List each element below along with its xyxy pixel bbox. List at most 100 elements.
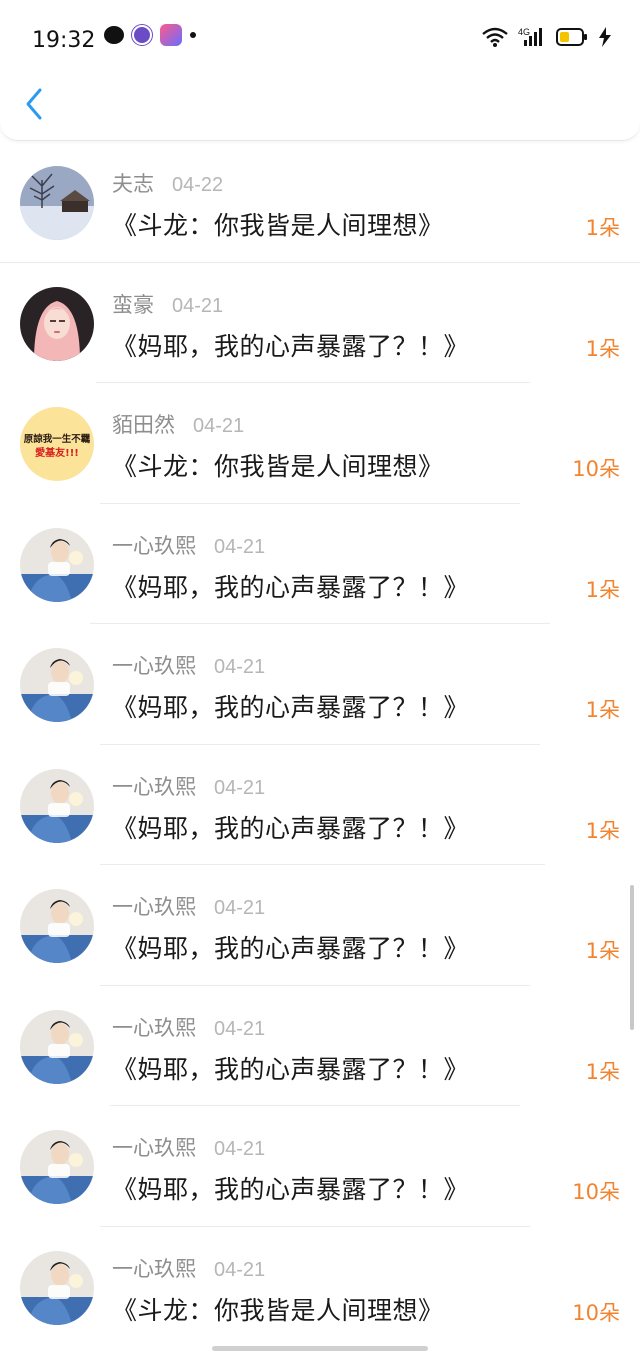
- book-title[interactable]: 《妈耶，我的心声暴露了？！》: [112, 568, 469, 604]
- home-indicator[interactable]: [212, 1346, 428, 1351]
- header: 19:32 4G: [0, 0, 640, 141]
- flower-count: 10朵: [572, 1300, 620, 1325]
- flower-count: 1朵: [585, 216, 620, 240]
- item-meta: 貊田然 04-21: [112, 409, 244, 439]
- avatar[interactable]: [20, 1009, 94, 1084]
- item-date: 04-22: [172, 174, 224, 196]
- flower-count: 1朵: [585, 818, 620, 843]
- item-meta: 一心玖熙 04-21: [112, 530, 265, 560]
- user-name[interactable]: 一心玖熙: [112, 650, 196, 680]
- list-item[interactable]: 夫志 04-22 《斗龙：你我皆是人间理想》 1朵: [0, 142, 640, 263]
- item-date: 04-21: [193, 415, 245, 437]
- avatar-image: [20, 1130, 94, 1204]
- item-meta: 一心玖熙 04-21: [112, 1132, 265, 1162]
- list-item[interactable]: 一心玖熙 04-21 《妈耶，我的心声暴露了？！》 1朵: [0, 624, 640, 745]
- flower-count: 1朵: [585, 336, 620, 361]
- avatar[interactable]: 原諒我一生不羈 愛基友!!!: [20, 407, 94, 481]
- book-title[interactable]: 《妈耶，我的心声暴露了？！》: [112, 929, 469, 965]
- item-date: 04-21: [214, 656, 266, 678]
- user-name[interactable]: 夫志: [112, 168, 154, 198]
- system-icons: 4G: [482, 26, 612, 48]
- item-meta: 一心玖熙 04-21: [112, 1253, 265, 1283]
- flower-count: 1朵: [585, 577, 620, 602]
- notification-icons: [104, 24, 196, 46]
- avatar[interactable]: [20, 527, 94, 602]
- avatar-image: [20, 889, 94, 963]
- flower-count: 1朵: [585, 1059, 620, 1084]
- item-date: 04-21: [172, 294, 224, 317]
- avatar-image: [20, 648, 94, 722]
- flower-count: 1朵: [585, 939, 620, 963]
- user-name[interactable]: 一心玖熙: [112, 530, 196, 560]
- avatar-image: [20, 1250, 94, 1325]
- chevron-left-icon: [26, 88, 42, 120]
- avatar[interactable]: [20, 286, 94, 361]
- item-date: 04-21: [214, 1138, 266, 1160]
- book-title[interactable]: 《妈耶，我的心声暴露了？！》: [112, 688, 469, 724]
- avatar[interactable]: [20, 1250, 94, 1325]
- item-date: 04-21: [214, 1017, 266, 1040]
- avatar[interactable]: [20, 648, 94, 722]
- item-meta: 一心玖熙 04-21: [112, 1012, 265, 1042]
- list-item[interactable]: 一心玖熙 04-21 《妈耶，我的心声暴露了？！》 1朵: [0, 504, 640, 624]
- charging-bolt-icon: [598, 27, 612, 47]
- list-item[interactable]: 原諒我一生不羈 愛基友!!! 貊田然 04-21 《斗龙：你我皆是人间理想》 10朵: [0, 383, 640, 504]
- user-name[interactable]: 一心玖熙: [112, 1132, 196, 1162]
- scrollbar[interactable]: [630, 885, 634, 1030]
- wechat-icon: [104, 26, 124, 44]
- flower-count: 10朵: [572, 457, 620, 481]
- avatar[interactable]: [20, 889, 94, 963]
- list-item[interactable]: 一心玖熙 04-21 《妈耶，我的心声暴露了？！》 1朵: [0, 865, 640, 986]
- avatar-image: [20, 527, 94, 602]
- book-title[interactable]: 《妈耶，我的心声暴露了？！》: [112, 809, 469, 845]
- book-title[interactable]: 《妈耶，我的心声暴露了？！》: [112, 1170, 469, 1206]
- list-item[interactable]: 蛮豪 04-21 《妈耶，我的心声暴露了？！》 1朵: [0, 263, 640, 383]
- avatar[interactable]: [20, 166, 94, 240]
- item-meta: 一心玖熙 04-21: [112, 771, 265, 801]
- user-name[interactable]: 蛮豪: [112, 289, 154, 319]
- avatar[interactable]: [20, 1130, 94, 1204]
- avatar-image: [20, 1009, 94, 1084]
- user-name[interactable]: 一心玖熙: [112, 1253, 196, 1283]
- wifi-icon: [482, 27, 508, 47]
- book-title[interactable]: 《妈耶，我的心声暴露了？！》: [112, 1050, 469, 1086]
- flower-count: 10朵: [572, 1180, 620, 1204]
- gradient-app-icon: [160, 24, 182, 46]
- back-button[interactable]: [20, 86, 50, 122]
- item-date: 04-21: [214, 897, 266, 919]
- item-meta: 夫志 04-22: [112, 168, 223, 198]
- item-meta: 一心玖熙 04-21: [112, 891, 265, 921]
- user-name[interactable]: 一心玖熙: [112, 891, 196, 921]
- item-meta: 一心玖熙 04-21: [112, 650, 265, 680]
- book-title[interactable]: 《斗龙：你我皆是人间理想》: [112, 1291, 444, 1327]
- screen: 19:32 4G 夫志 04-22 《斗龙：你我皆是人间理想》 1朵 蛮豪 04…: [0, 0, 640, 1351]
- svg-text:愛基友!!!: 愛基友!!!: [35, 446, 79, 459]
- item-date: 04-21: [214, 776, 266, 799]
- status-bar: 19:32 4G: [0, 0, 640, 80]
- item-meta: 蛮豪 04-21: [112, 289, 223, 319]
- avatar-image: [20, 768, 94, 843]
- user-name[interactable]: 貊田然: [112, 409, 175, 439]
- avatar-image: [20, 166, 94, 240]
- list-item[interactable]: 一心玖熙 04-21 《妈耶，我的心声暴露了？！》 10朵: [0, 1106, 640, 1227]
- list-item[interactable]: 一心玖熙 04-21 《斗龙：你我皆是人间理想》 10朵: [0, 1227, 640, 1348]
- list-item[interactable]: 一心玖熙 04-21 《妈耶，我的心声暴露了？！》 1朵: [0, 745, 640, 865]
- user-name[interactable]: 一心玖熙: [112, 1012, 196, 1042]
- network-label: 4G: [518, 27, 530, 37]
- status-time: 19:32: [32, 28, 96, 53]
- item-date: 04-21: [214, 535, 266, 558]
- book-title[interactable]: 《斗龙：你我皆是人间理想》: [112, 447, 444, 483]
- book-title[interactable]: 《斗龙：你我皆是人间理想》: [112, 206, 444, 242]
- signal-icon: 4G: [518, 26, 546, 48]
- gift-list: 夫志 04-22 《斗龙：你我皆是人间理想》 1朵 蛮豪 04-21 《妈耶，我的心声暴露了…: [0, 142, 640, 1347]
- avatar-image: 原諒我一生不羈愛基友!!!: [20, 407, 94, 481]
- item-date: 04-21: [214, 1258, 266, 1281]
- avatar-image: [20, 286, 94, 361]
- user-name[interactable]: 一心玖熙: [112, 771, 196, 801]
- dot-icon: [190, 32, 196, 38]
- flower-count: 1朵: [585, 698, 620, 722]
- list-item[interactable]: 一心玖熙 04-21 《妈耶，我的心声暴露了？！》 1朵: [0, 986, 640, 1106]
- circle-app-icon: [132, 25, 152, 45]
- avatar[interactable]: [20, 768, 94, 843]
- book-title[interactable]: 《妈耶，我的心声暴露了？！》: [112, 327, 469, 363]
